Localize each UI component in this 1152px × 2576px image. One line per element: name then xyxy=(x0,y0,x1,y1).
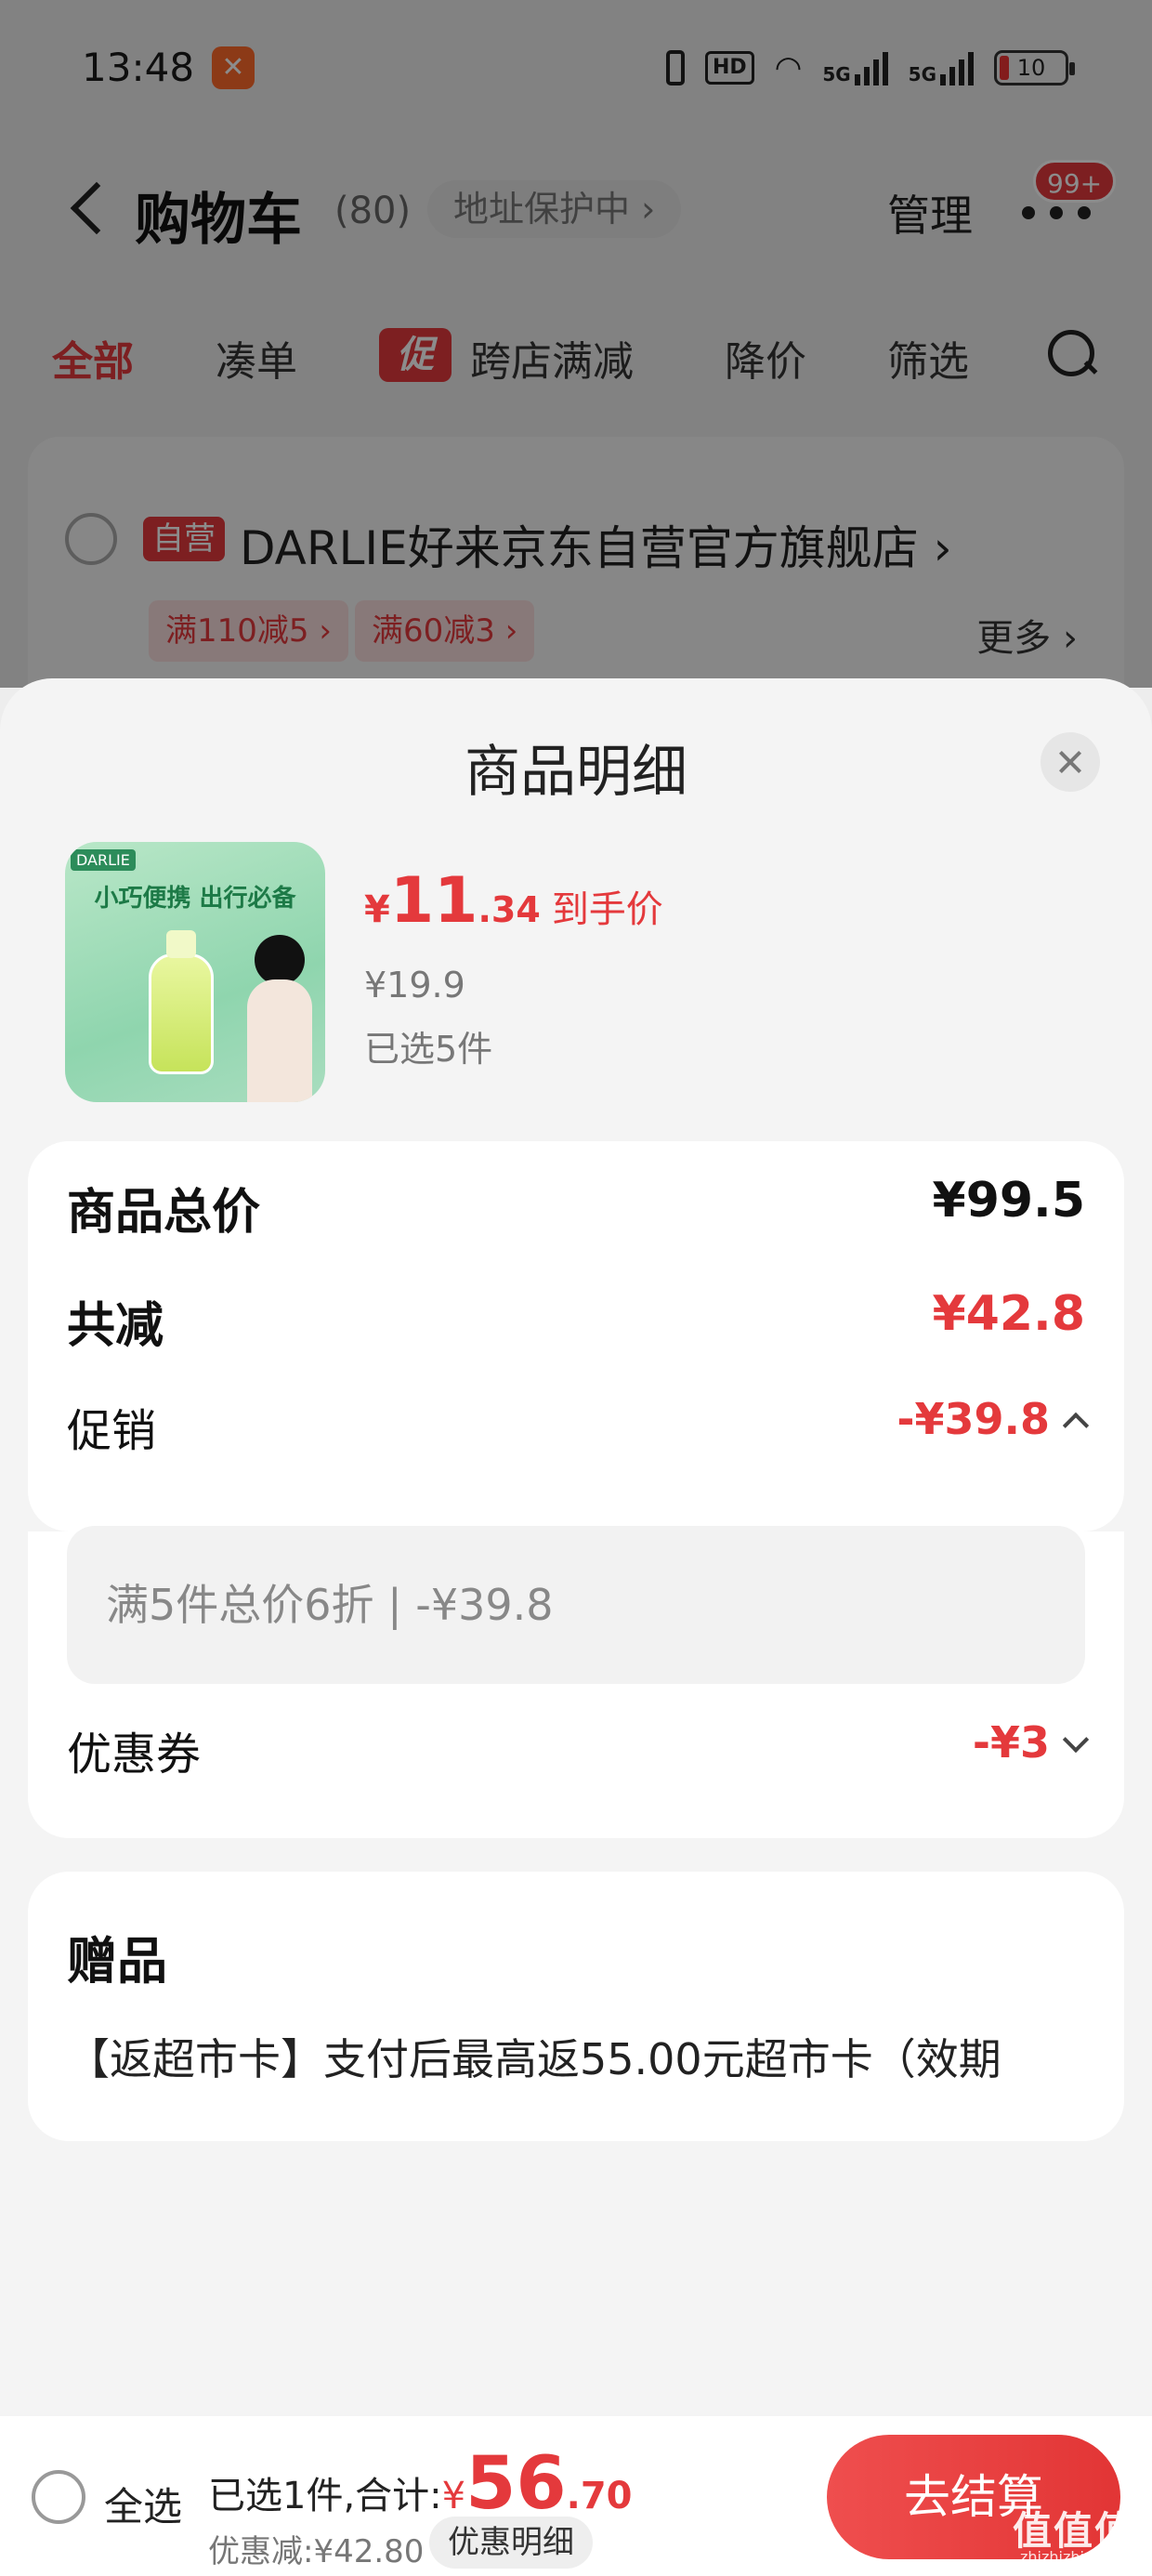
product-slogan: 小巧便携 出行必备 xyxy=(94,885,296,913)
sheet-title: 商品明细 xyxy=(465,740,687,805)
dim-overlay[interactable] xyxy=(0,0,1152,688)
checkout-bar: 全选 已选1件,合计:¥56.70 优惠减:¥42.80 优惠明细 去结算 xyxy=(0,2416,1152,2576)
original-price: ¥19.9 xyxy=(364,965,465,1005)
bottle-illustration xyxy=(149,930,214,1074)
gift-card: 赠品 【返超市卡】支付后最高返55.00元超市卡（效期 xyxy=(28,1872,1124,2141)
promo-detail-box: 满5件总价6折 | -¥39.8 xyxy=(67,1526,1085,1684)
watermark-url: zhizhizhi.com xyxy=(1020,2548,1121,2566)
total-label: 商品总价 xyxy=(67,1185,261,1241)
cart-page: 13:48 ✕ HD ◠ 5G 5G 10 购物车 (80) 地址保护中 › 管… xyxy=(0,0,1152,2576)
promo-label: 促销 xyxy=(67,1405,157,1457)
total-value: ¥99.5 xyxy=(932,1173,1085,1229)
select-all-label[interactable]: 全选 xyxy=(104,2476,182,2532)
select-all-radio[interactable] xyxy=(32,2470,85,2524)
coupon-label: 优惠券 xyxy=(67,1728,202,1781)
coupon-card: 满5件总价6折 | -¥39.8 优惠券 -¥3 xyxy=(28,1526,1124,1838)
promo-value: -¥39.8 xyxy=(897,1394,1050,1444)
product-detail-sheet: 商品明细 DARLIE 小巧便携 出行必备 ¥11.34 到手价 ¥19.9 已选… xyxy=(0,678,1152,2416)
discount-amount: 优惠减:¥42.80 xyxy=(208,2533,425,2570)
chevron-up-icon xyxy=(1062,1412,1090,1439)
chevron-down-icon xyxy=(1062,1726,1090,1753)
price-tag-label: 到手价 xyxy=(551,888,663,931)
price-summary-card: 商品总价 ¥99.5 共减 ¥42.8 促销 -¥39.8 xyxy=(28,1141,1124,1531)
brand-logo: DARLIE xyxy=(71,849,136,871)
model-illustration xyxy=(242,935,316,1102)
promo-toggle[interactable]: -¥39.8 xyxy=(897,1394,1090,1444)
total-summary: 已选1件,合计:¥56.70 xyxy=(208,2442,633,2526)
coupon-toggle[interactable]: -¥3 xyxy=(972,1717,1090,1768)
reduce-value: ¥42.8 xyxy=(932,1286,1085,1342)
gift-title: 赠品 xyxy=(67,1932,167,1991)
close-icon[interactable] xyxy=(1041,732,1100,792)
total-amount: 56 xyxy=(465,2442,567,2526)
gift-description: 【返超市卡】支付后最高返55.00元超市卡（效期 xyxy=(67,2034,1001,2084)
discount-detail-button[interactable]: 优惠明细 xyxy=(429,2517,593,2569)
product-image: DARLIE 小巧便携 出行必备 xyxy=(65,842,325,1102)
selected-prefix: 已选1件,合计: xyxy=(208,2475,442,2517)
coupon-value: -¥3 xyxy=(972,1717,1050,1768)
deal-price: ¥11.34 到手价 xyxy=(364,864,663,938)
selected-count: 已选5件 xyxy=(364,1029,493,1070)
reduce-label: 共减 xyxy=(67,1298,164,1354)
